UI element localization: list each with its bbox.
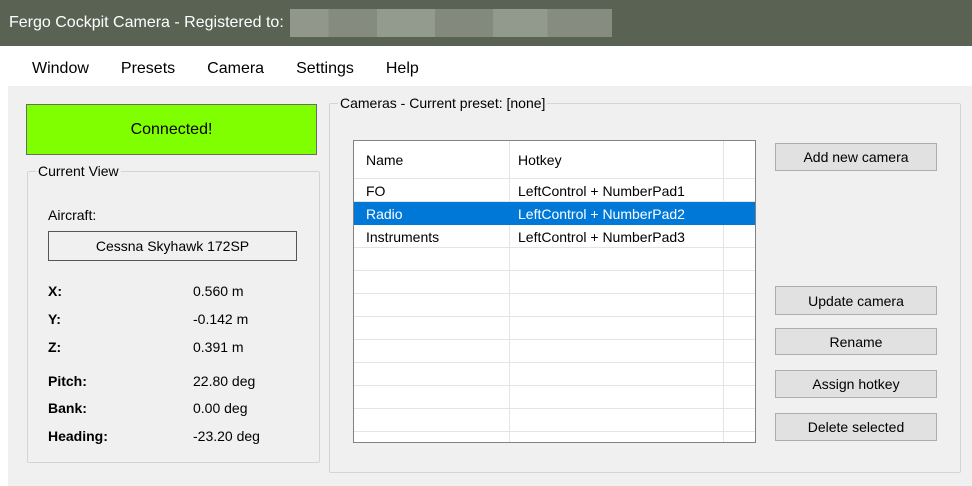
cameras-legend: Cameras - Current preset: [none] bbox=[340, 95, 546, 111]
current-view-legend: Current View bbox=[38, 163, 119, 179]
camera-name: Radio bbox=[366, 205, 403, 222]
table-row[interactable]: Instruments LeftControl + NumberPad3 bbox=[354, 225, 755, 248]
menu-bar: Window Presets Camera Settings Help bbox=[0, 52, 972, 86]
row-divider bbox=[354, 385, 755, 386]
aircraft-name-field: Cessna Skyhawk 172SP bbox=[48, 231, 297, 261]
assign-hotkey-button[interactable]: Assign hotkey bbox=[775, 370, 937, 398]
window-title: Fergo Cockpit Camera - Registered to: bbox=[9, 14, 284, 31]
camera-name: FO bbox=[366, 182, 386, 199]
x-value: 0.560 m bbox=[193, 283, 244, 299]
registered-owner-redacted: ████████████ bbox=[289, 9, 612, 37]
rename-button[interactable]: Rename bbox=[775, 328, 937, 355]
camera-list-header: Name Hotkey bbox=[354, 141, 755, 178]
heading-label: Heading: bbox=[48, 428, 108, 444]
z-value: 0.391 m bbox=[193, 339, 244, 355]
y-label: Y: bbox=[48, 311, 61, 327]
camera-hotkey: LeftControl + NumberPad2 bbox=[518, 205, 685, 222]
row-divider bbox=[354, 293, 755, 294]
bank-label: Bank: bbox=[48, 400, 87, 416]
update-camera-button[interactable]: Update camera bbox=[775, 286, 937, 315]
row-divider bbox=[354, 362, 755, 363]
camera-hotkey: LeftControl + NumberPad3 bbox=[518, 228, 685, 245]
menu-help[interactable]: Help bbox=[386, 56, 419, 82]
delete-selected-button[interactable]: Delete selected bbox=[775, 413, 937, 441]
menu-camera[interactable]: Camera bbox=[207, 56, 264, 82]
row-divider bbox=[354, 431, 755, 432]
y-value: -0.142 m bbox=[193, 311, 249, 327]
camera-list[interactable]: Name Hotkey FO LeftControl + NumberPad1 … bbox=[353, 140, 756, 443]
aircraft-label: Aircraft: bbox=[48, 207, 97, 223]
column-header-name[interactable]: Name bbox=[366, 152, 403, 168]
row-divider bbox=[354, 408, 755, 409]
column-header-hotkey[interactable]: Hotkey bbox=[518, 152, 562, 168]
heading-value: -23.20 deg bbox=[193, 428, 260, 444]
camera-name: Instruments bbox=[366, 228, 440, 245]
add-camera-button[interactable]: Add new camera bbox=[775, 143, 937, 171]
title-bar: Fergo Cockpit Camera - Registered to: ██… bbox=[0, 0, 972, 46]
z-label: Z: bbox=[48, 339, 62, 355]
row-divider bbox=[354, 316, 755, 317]
camera-hotkey: LeftControl + NumberPad1 bbox=[518, 182, 685, 199]
table-row[interactable]: FO LeftControl + NumberPad1 bbox=[354, 179, 755, 202]
pitch-label: Pitch: bbox=[48, 373, 87, 389]
bank-value: 0.00 deg bbox=[193, 400, 248, 416]
x-label: X: bbox=[48, 283, 62, 299]
menu-settings[interactable]: Settings bbox=[296, 56, 354, 82]
row-divider bbox=[354, 270, 755, 271]
pitch-value: 22.80 deg bbox=[193, 373, 256, 389]
menu-window[interactable]: Window bbox=[32, 56, 89, 82]
menu-presets[interactable]: Presets bbox=[121, 56, 175, 82]
row-divider bbox=[354, 339, 755, 340]
table-row-selected[interactable]: Radio LeftControl + NumberPad2 bbox=[354, 202, 755, 225]
connection-status-badge: Connected! bbox=[26, 104, 317, 155]
